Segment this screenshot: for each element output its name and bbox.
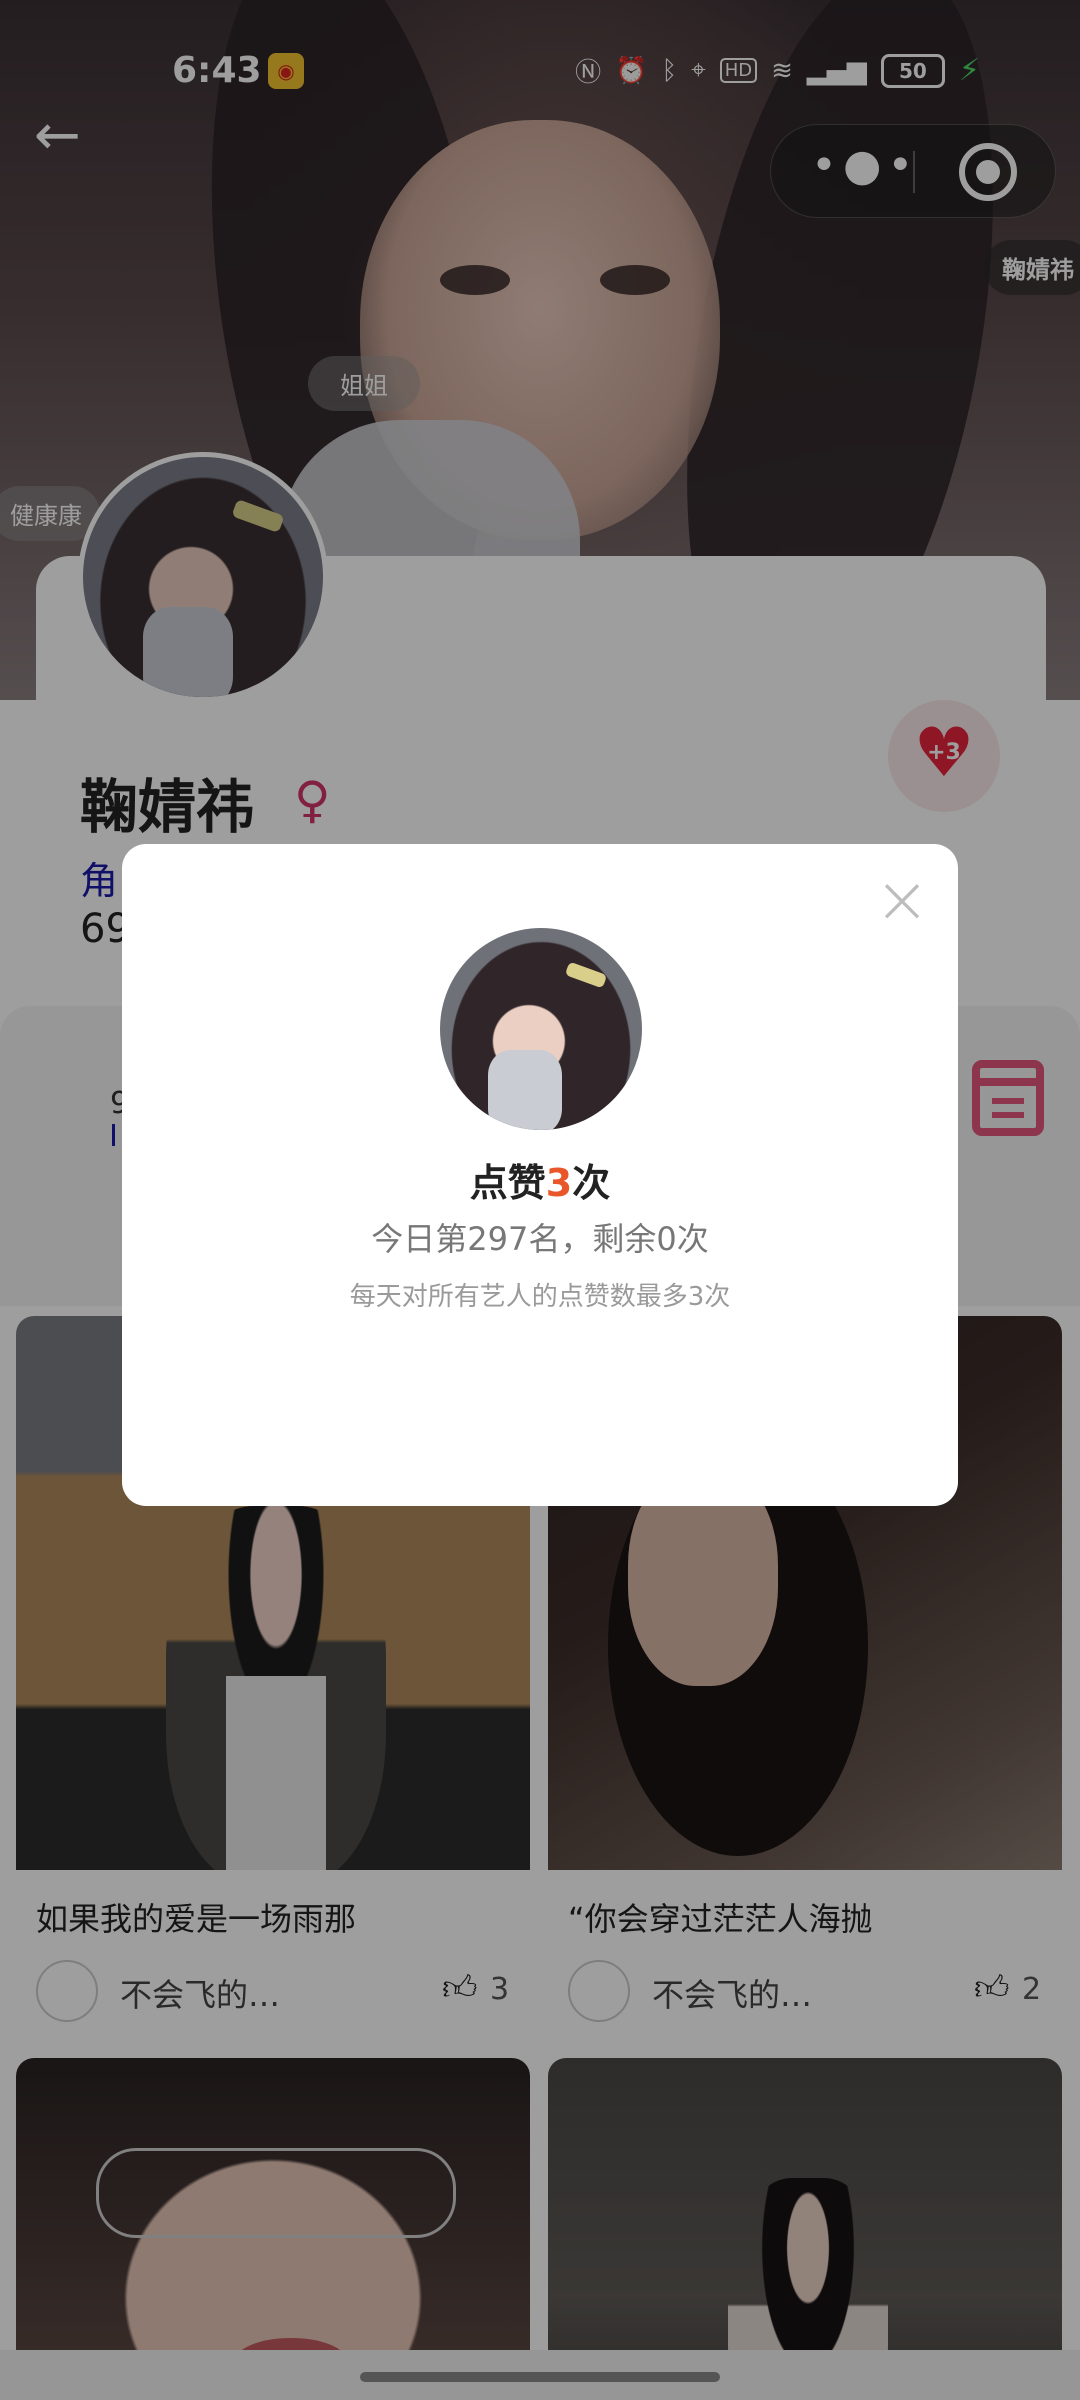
dialog-like-count: 3 <box>545 1161 573 1205</box>
dialog-title-prefix: 点赞 <box>469 1161 546 1205</box>
like-result-dialog: × 点赞3次 今日第297名，剩余0次 每天对所有艺人的点赞数最多3次 <box>122 844 958 1506</box>
dialog-title: 点赞3次 <box>122 1152 958 1207</box>
dialog-title-suffix: 次 <box>572 1161 611 1205</box>
home-indicator[interactable] <box>360 2372 720 2382</box>
close-x-icon[interactable]: × <box>872 867 932 933</box>
dialog-rank-text: 今日第297名，剩余0次 <box>371 1220 709 1258</box>
dialog-avatar <box>440 928 642 1130</box>
avatar-hairclip <box>564 961 608 989</box>
avatar-hand <box>488 1050 562 1130</box>
dialog-note-text: 每天对所有艺人的点赞数最多3次 <box>349 1282 731 1312</box>
